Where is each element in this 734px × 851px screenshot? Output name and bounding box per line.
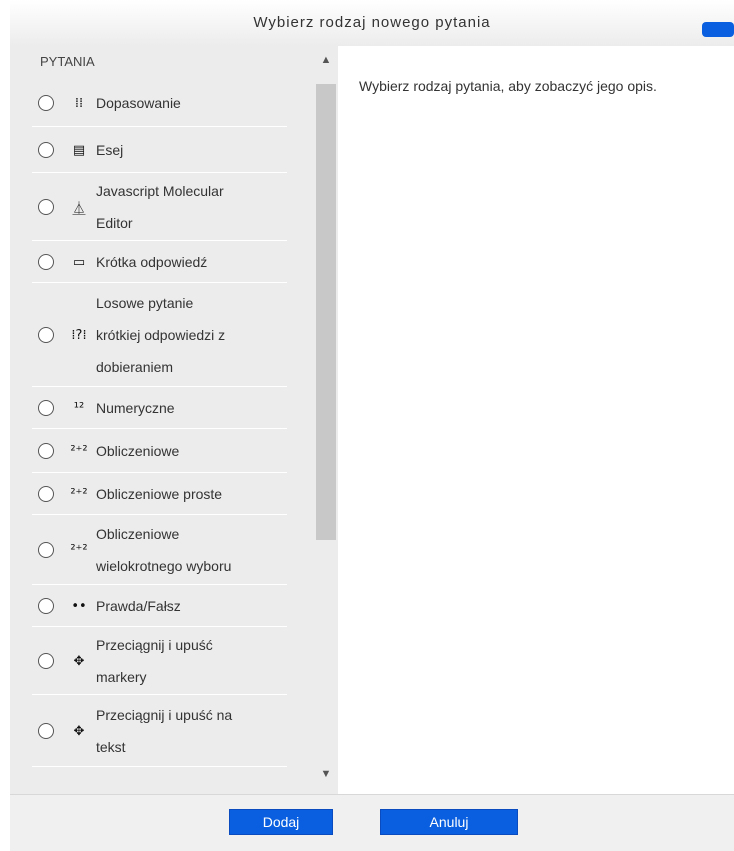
radio-button[interactable] (38, 142, 54, 158)
question-option-label: Esej (96, 134, 123, 166)
label-line: Przeciągnij i upuść na (96, 707, 233, 723)
radio-button[interactable] (38, 542, 54, 558)
question-option-label: Dopasowanie (96, 87, 181, 119)
label-line: Esej (96, 142, 124, 158)
question-option-label: Przeciągnij i upuść na tekst (96, 699, 232, 763)
radio-button[interactable] (38, 486, 54, 502)
radio-button[interactable] (38, 653, 54, 669)
label-line: Javascript Molecular (96, 183, 224, 199)
short-answer-icon: ▭ (72, 254, 86, 270)
label-line: dobieraniem (96, 359, 174, 375)
label-line: Prawda/Fałsz (96, 598, 181, 614)
radio-button[interactable] (38, 400, 54, 416)
radio-button[interactable] (38, 254, 54, 270)
calculated-multichoice-icon: ²⁺² (70, 542, 88, 558)
label-line: Editor (96, 215, 133, 231)
calculated-simple-icon: ²⁺² (70, 486, 88, 502)
question-option[interactable]: ²⁺² Obliczeniowe (32, 430, 287, 473)
add-button[interactable]: Dodaj (229, 809, 333, 835)
question-option[interactable]: ⁞?⁞ Losowe pytanie krótkiej odpowiedzi z do… (32, 284, 287, 387)
question-option-label: Losowe pytanie krótkiej odpowiedzi z dobie… (96, 287, 225, 383)
question-option[interactable]: ⁞⁞ Dopasowanie (32, 80, 287, 127)
question-option-label: Numeryczne (96, 392, 175, 424)
radio-button[interactable] (38, 723, 54, 739)
question-type-dialog: Wybierz rodzaj nowego pytania PYTANIA ⁞⁞… (10, 0, 734, 851)
label-line: Krótka odpowiedź (96, 254, 208, 270)
scrollbar[interactable]: ▲ ▼ (314, 46, 338, 794)
label-line: krótkiej odpowiedzi z (96, 327, 226, 343)
question-option[interactable]: ✥ Przeciągnij i upuść na tekst (32, 696, 287, 767)
scroll-down-icon[interactable]: ▼ (314, 764, 338, 784)
label-line: Losowe pytanie (96, 295, 194, 311)
cancel-button[interactable]: Anuluj (380, 809, 518, 835)
radio-button[interactable] (38, 443, 54, 459)
radio-button[interactable] (38, 598, 54, 614)
description-panel: Wybierz rodzaj pytania, aby zobaczyć jeg… (338, 46, 734, 794)
section-header: PYTANIA (40, 54, 95, 69)
random-short-answer-icon: ⁞?⁞ (71, 327, 87, 343)
question-option[interactable]: ▭ Krótka odpowiedź (32, 242, 287, 283)
scroll-up-icon[interactable]: ▲ (314, 50, 338, 70)
scroll-thumb[interactable] (316, 84, 336, 540)
close-button[interactable] (702, 22, 734, 37)
question-option[interactable]: ²⁺² Obliczeniowe proste (32, 474, 287, 515)
essay-icon: ▤ (72, 142, 86, 158)
molecule-editor-icon: ⏅ (72, 201, 86, 217)
match-icon: ⁞⁞ (74, 95, 84, 111)
question-option-label: Krótka odpowiedź (96, 246, 207, 278)
question-option-label: Obliczeniowe (96, 435, 179, 467)
question-option-label: Przeciągnij i upuść markery (96, 629, 213, 693)
label-line: markery (96, 669, 147, 685)
drag-drop-text-icon: ✥ (73, 723, 85, 739)
label-line: Dopasowanie (96, 95, 181, 111)
calculated-icon: ²⁺² (70, 443, 88, 459)
label-line: Przeciągnij i upuść (96, 637, 213, 653)
question-type-list: PYTANIA ⁞⁞ Dopasowanie ▤ Esej ⏅ Javascript Mo… (10, 46, 338, 794)
question-option-label: Obliczeniowe wielokrotnego wyboru (96, 518, 231, 582)
numerical-icon: ¹² (73, 400, 85, 416)
description-text: Wybierz rodzaj pytania, aby zobaczyć jeg… (359, 78, 657, 94)
label-line: tekst (96, 739, 126, 755)
question-option[interactable]: ⏅ Javascript Molecular Editor (32, 174, 287, 241)
label-line: Obliczeniowe (96, 526, 180, 542)
question-option-label: Javascript Molecular Editor (96, 175, 224, 239)
question-option[interactable]: •• Prawda/Fałsz (32, 586, 287, 627)
radio-button[interactable] (38, 95, 54, 111)
radio-button[interactable] (38, 327, 54, 343)
label-line: Numeryczne (96, 400, 175, 416)
label-line: Obliczeniowe (96, 443, 180, 459)
question-option[interactable]: ▤ Esej (32, 128, 287, 173)
question-option-label: Prawda/Fałsz (96, 590, 181, 622)
question-option[interactable]: ¹² Numeryczne (32, 388, 287, 429)
true-false-icon: •• (71, 598, 87, 614)
question-option[interactable]: ²⁺² Obliczeniowe wielokrotnego wyboru (32, 516, 287, 585)
dialog-title: Wybierz rodzaj nowego pytania (10, 0, 734, 47)
label-line: Obliczeniowe proste (96, 486, 223, 502)
question-option-label: Obliczeniowe proste (96, 478, 222, 510)
question-option[interactable]: ✥ Przeciągnij i upuść markery (32, 628, 287, 695)
dialog-footer: Dodaj Anuluj (10, 794, 734, 851)
radio-button[interactable] (38, 199, 54, 215)
label-line: wielokrotnego wyboru (96, 558, 232, 574)
drag-drop-markers-icon: ✥ (73, 653, 85, 669)
